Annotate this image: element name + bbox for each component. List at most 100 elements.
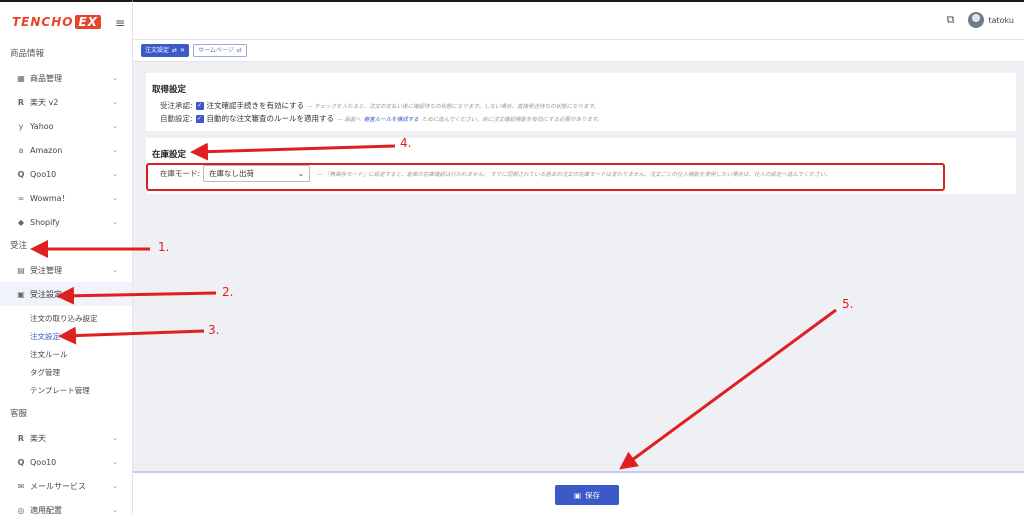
stock-mode-label: 在庫モード: xyxy=(160,169,201,178)
sidebar-item-shopify[interactable]: ◆ Shopify ⌄ xyxy=(0,210,132,234)
sidebar-item-wowma[interactable]: ∞ Wowma！ ⌄ xyxy=(0,186,132,210)
save-button-label: 保存 xyxy=(585,490,601,500)
tab-label: ホームページ xyxy=(198,47,234,54)
approval-checkbox[interactable]: ✓ xyxy=(195,101,204,110)
section-title-customer: 客服 xyxy=(10,409,28,419)
order-settings-icon: ▣ xyxy=(17,289,25,299)
tabbar: 注文設定 ⇄ ✕ ホームページ ⇄ xyxy=(133,40,1024,62)
section-title-order: 受注 xyxy=(10,241,28,251)
stock-settings-title: 在庫設定 xyxy=(152,150,187,160)
topbar: ⧉ tatoku xyxy=(133,0,1024,40)
avatar xyxy=(968,12,985,28)
chevron-down-icon: ⌄ xyxy=(297,169,305,178)
stock-mode-select[interactable]: 在庫なし出荷 ⌄ xyxy=(203,165,311,182)
sidebar-item-label: Shopify xyxy=(30,217,60,227)
auto-checkbox[interactable]: ✓ xyxy=(195,114,204,123)
sidebar-item-label: Amazon xyxy=(30,145,63,155)
sidebar-subitem-template-management[interactable]: テンプレート管理 xyxy=(0,382,132,400)
sidebar-item-mail-service[interactable]: ✉ メールサービス ⌄ xyxy=(0,474,132,498)
rakuten-icon: R xyxy=(17,433,25,443)
sidebar-subitem-tag-management[interactable]: タグ管理 xyxy=(0,364,132,382)
sidebar-item-order-management[interactable]: ▤ 受注管理 ⌄ xyxy=(0,258,132,282)
approval-help: — チェックを入れると、注文の支払い後に確認待ちの状態になります。しない場合、直… xyxy=(307,103,600,110)
sidebar-item-label: 商品管理 xyxy=(30,73,62,83)
sidebar-item-yahoo[interactable]: y Yahoo ⌄ xyxy=(0,114,132,138)
review-rules-link[interactable]: 審査ルールを構成する xyxy=(364,115,419,123)
stock-settings-card: 在庫設定 在庫モード: 在庫なし出荷 ⌄ — 「無庫存モード」に設定すると、倉庫… xyxy=(146,138,1016,194)
sidebar-item-label: 楽天 xyxy=(30,433,46,443)
sidebar-item-qoo10[interactable]: Q Qoo10 ⌄ xyxy=(0,162,132,186)
sidebar-item-rakuten-v2[interactable]: R 楽天 v2 ⌄ xyxy=(0,90,132,114)
auto-help-post: ために進んでください。尚に注文確認機能を有効にする必要があります。 xyxy=(421,116,603,123)
annotation-label-2: 2. xyxy=(222,285,234,299)
shopify-icon: ◆ xyxy=(17,217,25,227)
close-icon[interactable]: ✕ xyxy=(180,44,185,57)
sidebar-subitem-order-rules[interactable]: 注文ルール xyxy=(0,346,132,364)
chevron-down-icon: ⌄ xyxy=(112,506,118,514)
user-menu[interactable]: tatoku xyxy=(968,12,1014,28)
annotation-label-1: 1. xyxy=(158,240,170,254)
tencho-ex-logo[interactable]: TENCHO EX xyxy=(12,15,101,29)
sidebar-item-label: Qoo10 xyxy=(30,457,57,467)
save-button[interactable]: ▣ 保存 xyxy=(555,485,619,505)
sidebar-item-label: 受注設定 xyxy=(30,289,62,299)
stock-mode-row: 在庫モード: 在庫なし出荷 ⌄ — 「無庫存モード」に設定すると、倉庫の在庫確認… xyxy=(160,165,831,182)
annotation-label-5: 5. xyxy=(842,297,854,311)
username: tatoku xyxy=(988,15,1014,25)
approval-label: 受注承認: xyxy=(160,101,193,110)
qoo10-icon: Q xyxy=(17,457,25,467)
auto-row: 自動設定: ✓ 自動的な注文審査のルールを適用する — 画面へ 審査ルールを構成… xyxy=(160,113,603,124)
sidebar-item-cs-qoo10[interactable]: Q Qoo10 ⌄ xyxy=(0,450,132,474)
acquire-settings-card: 取得設定 受注承認: ✓ 注文確認手続きを有効にする — チェックを入れると、注… xyxy=(146,73,1016,131)
acquire-settings-title: 取得設定 xyxy=(152,85,187,95)
grid-icon: ▦ xyxy=(17,73,25,83)
auto-help-pre: — 画面へ xyxy=(337,116,361,123)
mail-icon: ✉ xyxy=(17,481,25,491)
chevron-down-icon: ⌄ xyxy=(112,218,118,226)
sidebar-subitem-order-import-settings[interactable]: 注文の取り込み設定 xyxy=(0,310,132,328)
clipboard-icon: ▤ xyxy=(17,265,25,275)
sidebar-item-label: メールサービス xyxy=(30,481,86,491)
yahoo-icon: y xyxy=(18,121,24,131)
sidebar-item-product-management[interactable]: ▦ 商品管理 ⌄ xyxy=(0,66,132,90)
logo-part1: TENCHO xyxy=(12,15,74,29)
save-icon: ▣ xyxy=(573,490,582,500)
chevron-down-icon: ⌄ xyxy=(112,194,118,202)
sidebar-subitem-order-settings[interactable]: 注文設定 xyxy=(0,328,132,346)
sidebar-item-config[interactable]: ◎ 適用配置 ⌄ xyxy=(0,498,132,515)
logo-row: TENCHO EX xyxy=(0,2,132,42)
approval-row: 受注承認: ✓ 注文確認手続きを有効にする — チェックを入れると、注文の支払い… xyxy=(160,100,599,111)
sidebar-item-label: 受注管理 xyxy=(30,265,62,275)
tab-homepage[interactable]: ホームページ ⇄ xyxy=(193,44,247,57)
sidebar-item-cs-rakuten[interactable]: R 楽天 ⌄ xyxy=(0,426,132,450)
fullscreen-icon[interactable]: ⧉ xyxy=(947,13,955,27)
config-icon: ◎ xyxy=(17,505,25,515)
chevron-down-icon: ⌄ xyxy=(112,98,118,106)
sidebar-item-label: 楽天 v2 xyxy=(30,97,59,107)
chevron-down-icon: ⌄ xyxy=(112,458,118,466)
sidebar-item-label: Qoo10 xyxy=(30,169,57,179)
logo-part2: EX xyxy=(75,15,101,29)
swap-icon: ⇄ xyxy=(172,47,178,54)
rakuten-icon: R xyxy=(17,97,25,107)
sidebar-item-label: Yahoo xyxy=(30,121,54,131)
sidebar-item-order-settings[interactable]: ▣ 受注設定 xyxy=(0,282,132,306)
arrow-5 xyxy=(619,308,837,470)
stock-mode-help: — 「無庫存モード」に設定すると、倉庫の在庫確認は行われません。 すでに同期され… xyxy=(317,171,831,178)
annotation-label-4: 4. xyxy=(400,136,412,150)
tab-order-settings[interactable]: 注文設定 ⇄ ✕ xyxy=(141,44,190,57)
hamburger-menu-icon[interactable]: ≡ xyxy=(115,16,125,30)
chevron-down-icon: ⌄ xyxy=(112,74,118,82)
approval-text: 注文確認手続きを有効にする xyxy=(206,101,305,110)
section-title-product: 商品情報 xyxy=(10,49,45,59)
bottom-action-bar: ▣ 保存 xyxy=(133,471,1024,515)
auto-label: 自動設定: xyxy=(160,114,193,123)
chevron-down-icon: ⌄ xyxy=(112,146,118,154)
auto-text: 自動的な注文審査のルールを適用する xyxy=(206,114,335,123)
sidebar-item-amazon[interactable]: a Amazon ⌄ xyxy=(0,138,132,162)
chevron-down-icon: ⌄ xyxy=(112,122,118,130)
chevron-down-icon: ⌄ xyxy=(112,482,118,490)
chevron-down-icon: ⌄ xyxy=(112,170,118,178)
sidebar: TENCHO EX ≡ 商品情報 ▦ 商品管理 ⌄ R 楽天 v2 ⌄ y Ya… xyxy=(0,0,133,515)
swap-icon: ⇄ xyxy=(236,47,242,54)
